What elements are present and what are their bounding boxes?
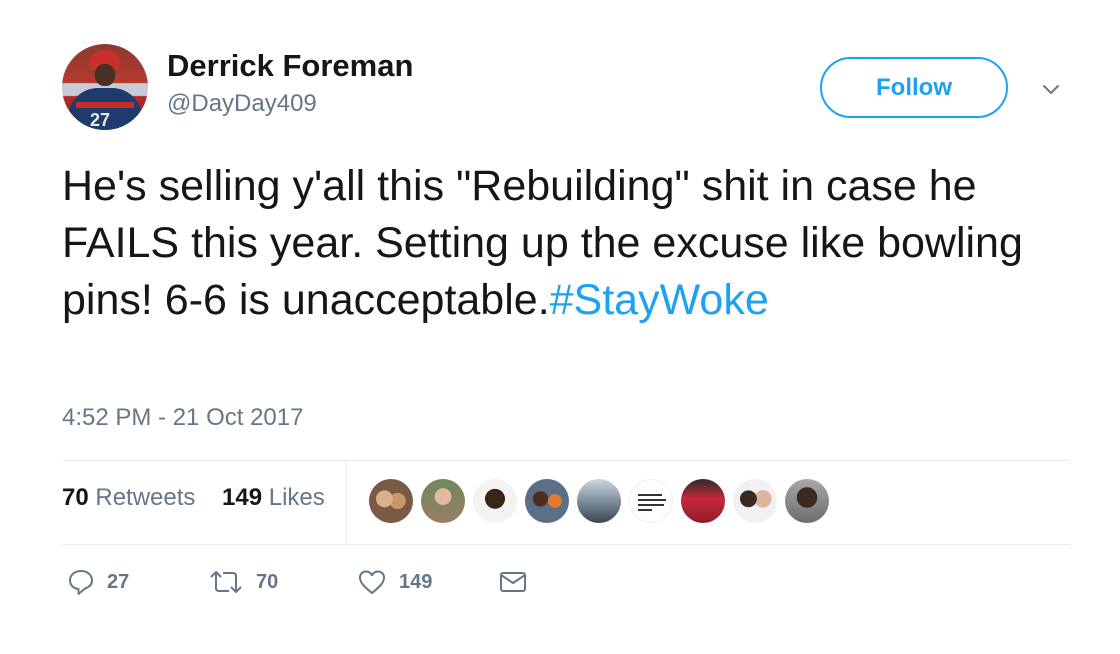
stats-divider [346, 460, 347, 544]
liker-avatar[interactable] [525, 479, 569, 523]
liker-avatars [369, 479, 829, 525]
reply-button[interactable]: 27 [67, 568, 129, 596]
divider-top [62, 460, 1070, 461]
liker-avatar[interactable] [369, 479, 413, 523]
avatar-face [95, 64, 115, 86]
like-count: 149 [399, 570, 433, 593]
liker-avatar[interactable] [473, 479, 517, 523]
follow-button[interactable]: Follow [820, 57, 1008, 118]
retweets-label: Retweets [95, 484, 196, 511]
liker-avatar[interactable] [421, 479, 465, 523]
retweets-stat[interactable]: 70 Retweets [62, 484, 195, 512]
author-avatar[interactable]: 27 [62, 44, 148, 130]
author-handle[interactable]: @DayDay409 [167, 90, 317, 118]
heart-icon [359, 570, 385, 594]
liker-avatar[interactable] [785, 479, 829, 523]
tweet-text: He's selling y'all this "Rebuilding" shi… [62, 158, 1042, 329]
reply-icon [69, 570, 93, 595]
liker-avatar[interactable] [629, 479, 673, 523]
liker-avatar[interactable] [681, 479, 725, 523]
like-button[interactable]: 149 [357, 568, 432, 596]
author-name[interactable]: Derrick Foreman [167, 48, 413, 84]
retweet-icon [210, 571, 242, 593]
liker-avatar[interactable] [577, 479, 621, 523]
tweet-body: He's selling y'all this "Rebuilding" shi… [62, 162, 1023, 324]
reply-count: 27 [107, 570, 130, 593]
liker-avatar[interactable] [733, 479, 777, 523]
retweet-button[interactable]: 70 [208, 568, 278, 596]
retweets-count: 70 [62, 484, 89, 511]
tweet-timestamp[interactable]: 4:52 PM - 21 Oct 2017 [62, 404, 303, 432]
tweet-actions: 27 70 149 [62, 568, 662, 608]
avatar-jersey-number: 27 [90, 110, 111, 130]
likes-label: Likes [268, 484, 325, 511]
likes-count: 149 [222, 484, 263, 511]
direct-message-button[interactable] [498, 568, 528, 596]
retweet-count: 70 [256, 570, 279, 593]
chevron-down-icon[interactable] [1040, 78, 1062, 100]
divider-bottom [62, 544, 1070, 545]
hashtag-link[interactable]: #StayWoke [550, 276, 769, 324]
avatar-jersey-stripe [76, 102, 134, 108]
envelope-icon [500, 572, 526, 592]
likes-stat[interactable]: 149 Likes [222, 484, 325, 512]
